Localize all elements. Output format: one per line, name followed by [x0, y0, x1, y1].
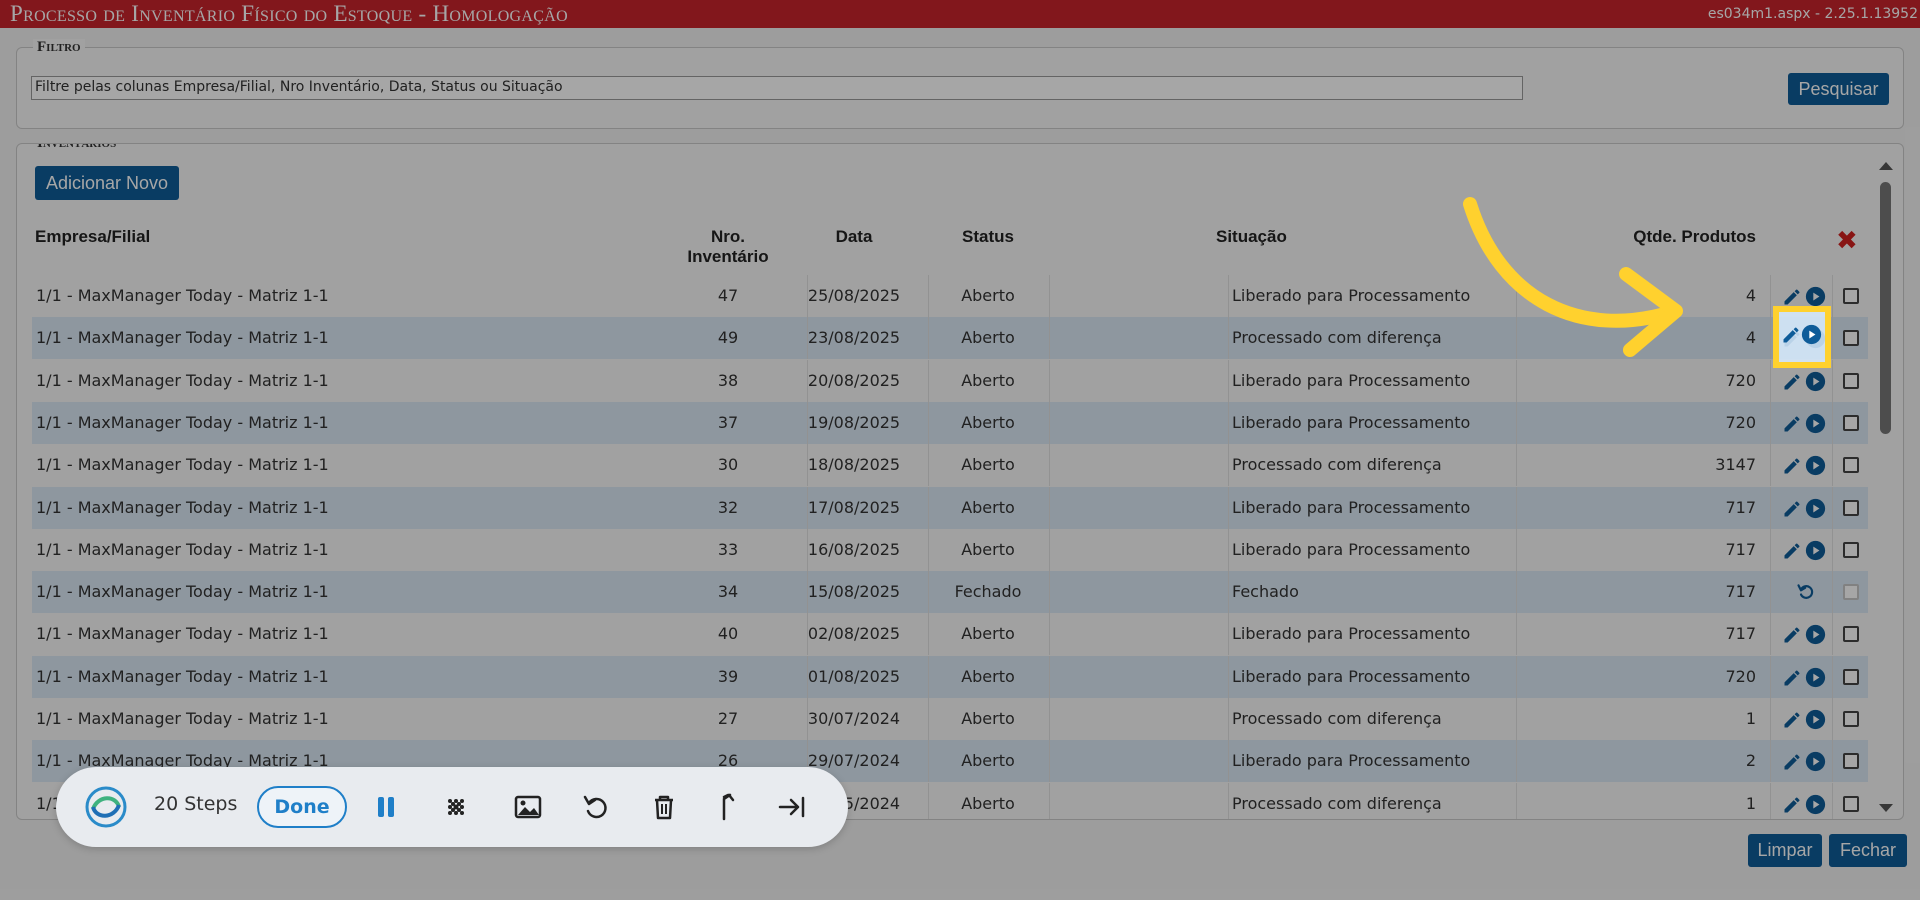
pointer-arrow-icon — [1463, 197, 1683, 357]
pencil-icon[interactable] — [1781, 325, 1801, 345]
pause-icon[interactable] — [370, 791, 402, 823]
trash-icon[interactable] — [648, 791, 680, 823]
steps-count: 20 Steps — [154, 793, 238, 815]
blur-icon[interactable] — [440, 791, 472, 823]
play-circle-icon[interactable] — [1801, 324, 1822, 345]
done-button[interactable]: Done — [257, 786, 347, 828]
undo-icon[interactable] — [580, 791, 612, 823]
skip-to-end-icon[interactable] — [776, 791, 808, 823]
recorder-logo-icon — [85, 786, 127, 828]
highlight-box — [1773, 306, 1831, 368]
image-icon[interactable] — [512, 791, 544, 823]
recorder-toolbar: 20 Steps Done — [56, 767, 848, 847]
dim-overlay — [0, 0, 1920, 900]
move-up-icon[interactable] — [712, 791, 744, 823]
